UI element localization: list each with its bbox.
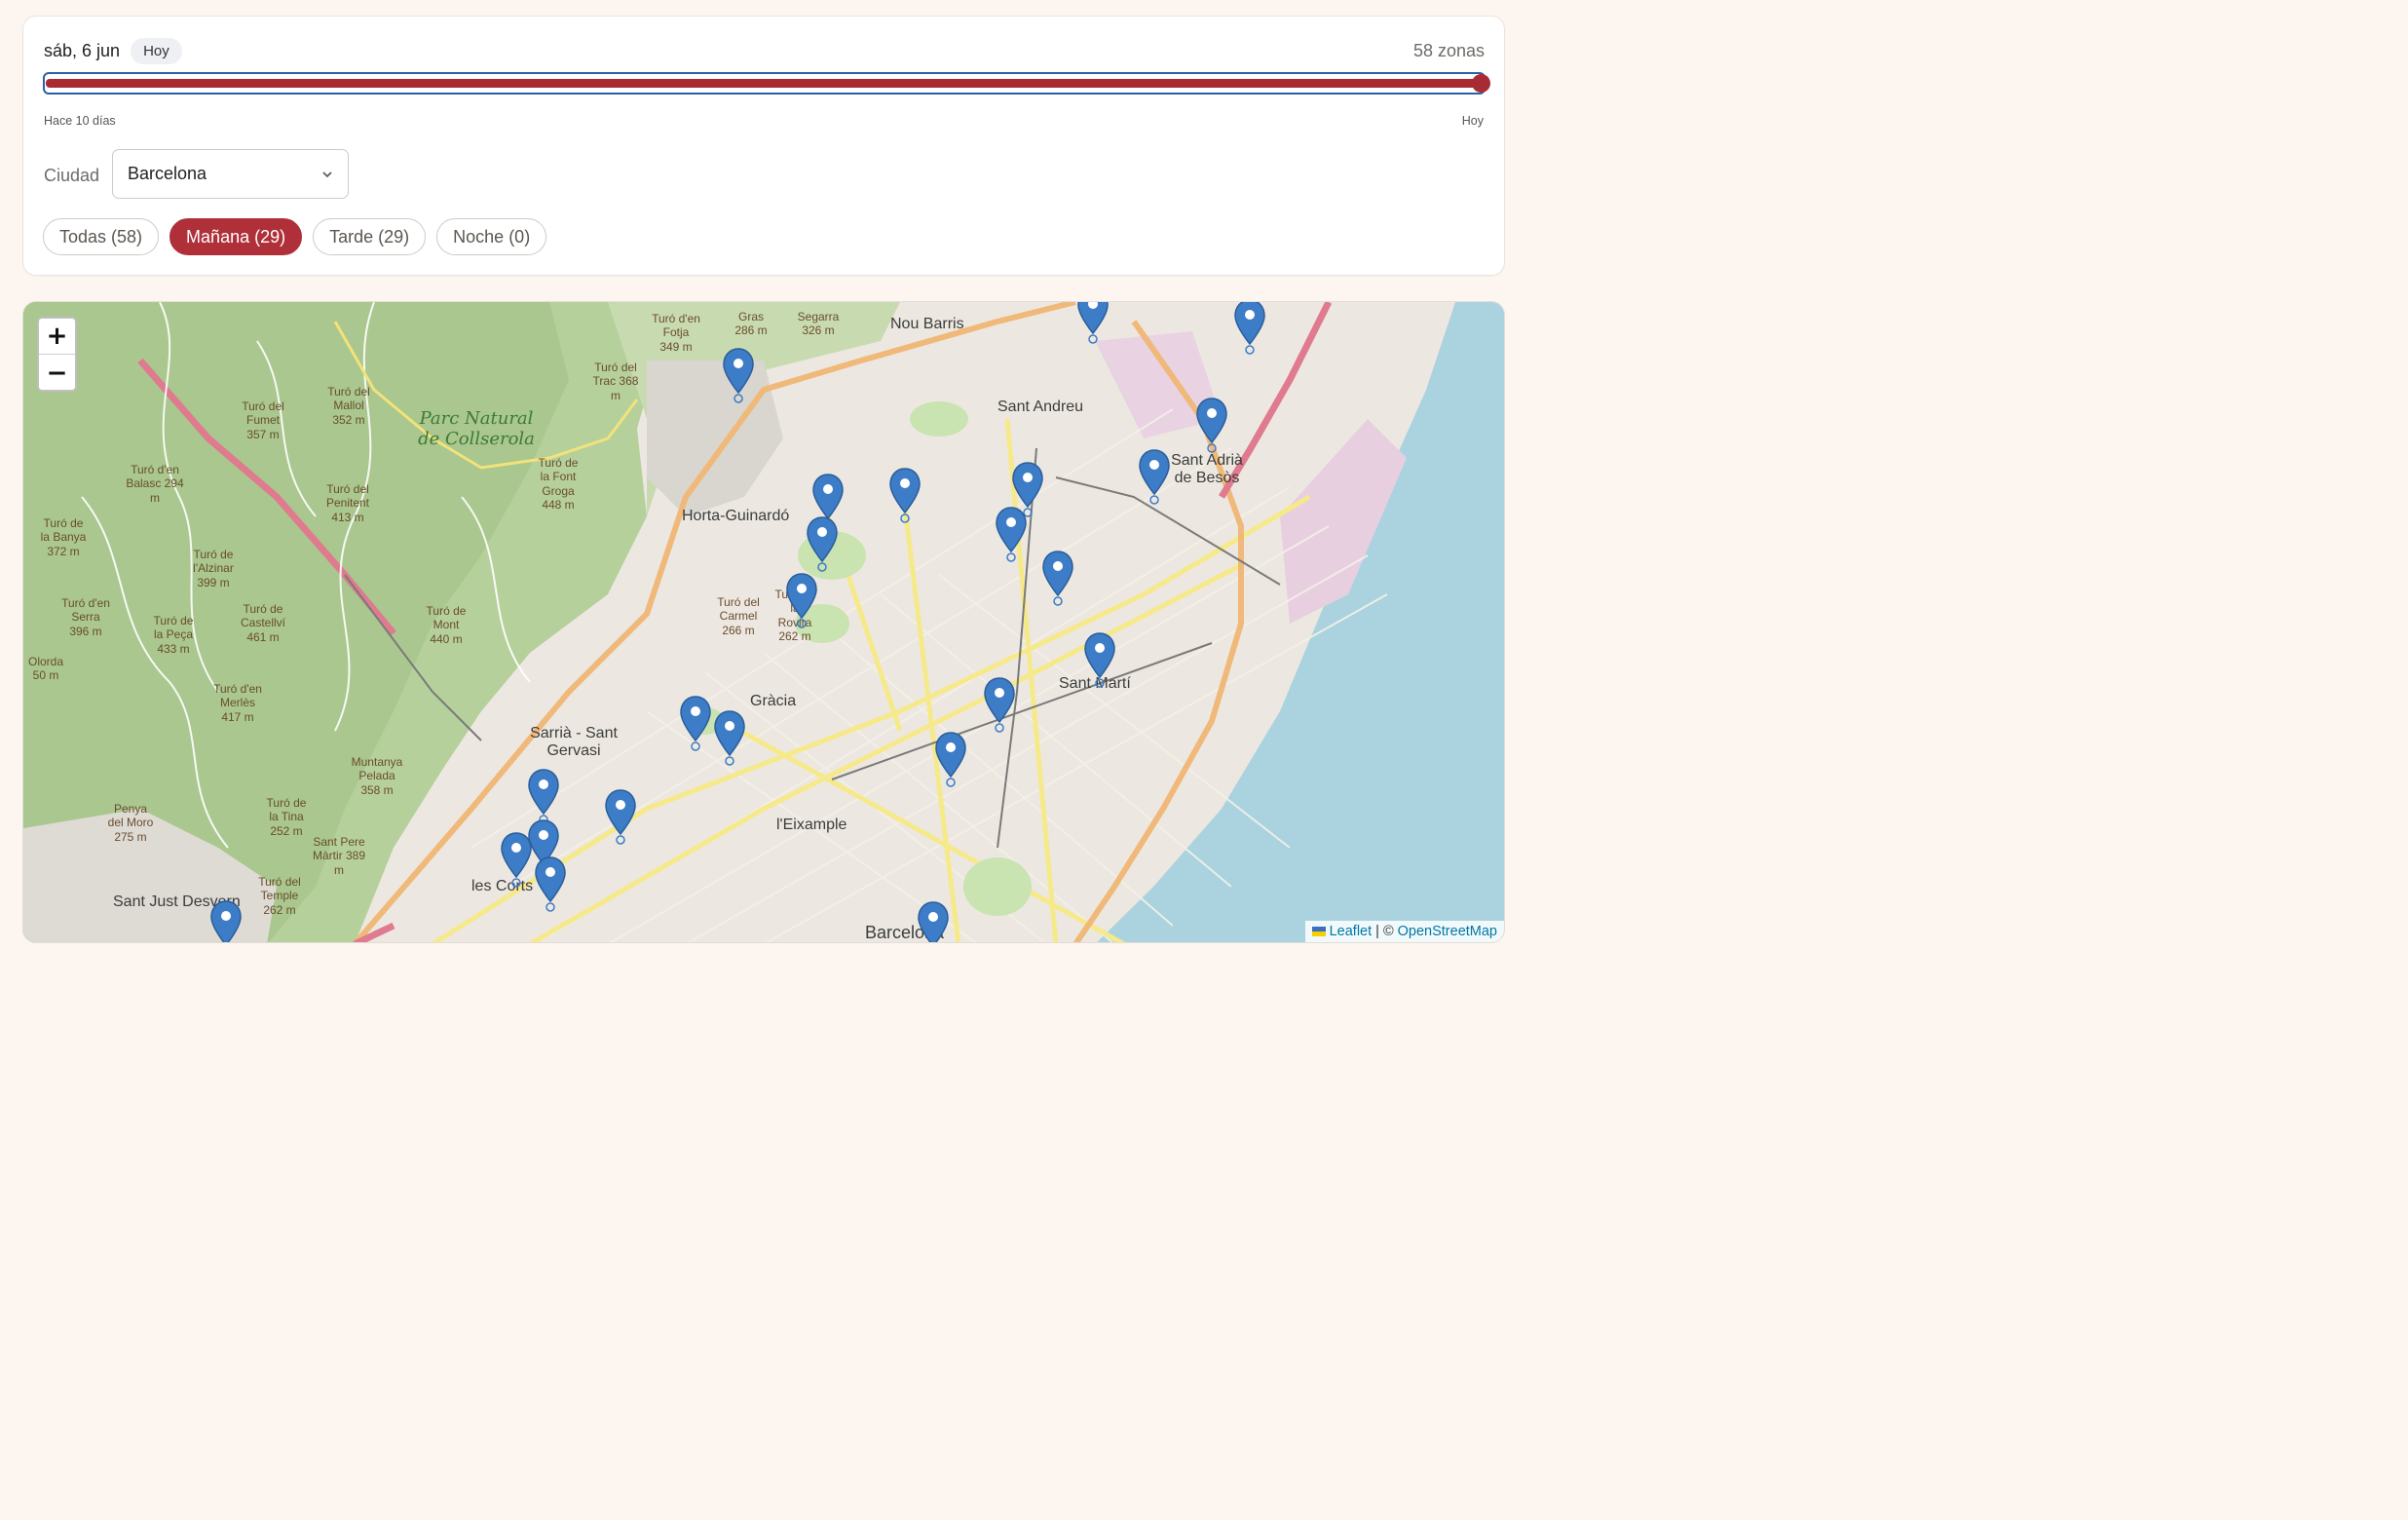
map-marker-pin-icon[interactable] <box>1041 551 1074 609</box>
peak-label: Segarra 326 m <box>797 310 840 338</box>
peak-label: Turó de la Font Groga 448 m <box>538 456 579 513</box>
peak-label: Turó del Fumet 357 m <box>242 399 284 441</box>
place-label-sarria: Sarrià - Sant Gervasi <box>530 725 618 760</box>
map-marker-pin-icon[interactable] <box>679 696 712 754</box>
zoom-in-button[interactable]: + <box>39 319 75 355</box>
map-marker-pin-icon[interactable] <box>722 348 755 406</box>
filter-chip-manana[interactable]: Mañana (29) <box>169 218 303 255</box>
peak-label: Turó d'en Serra 396 m <box>61 596 110 638</box>
peak-label: Turó de la Tina 252 m <box>266 796 307 838</box>
peak-label: Turó del Mallol 352 m <box>327 385 370 427</box>
map-marker-pin-icon[interactable] <box>1138 449 1171 508</box>
peak-label: Penya del Moro 275 m <box>107 802 154 844</box>
time-filters: Todas (58) Mañana (29) Tarde (29) Noche … <box>43 218 547 255</box>
peak-label: Turó d'en Balasc 294 m <box>126 463 184 505</box>
place-label-collserola: Parc Natural de Collserola <box>418 408 535 449</box>
place-label-nou-barris: Nou Barris <box>890 316 964 332</box>
map-marker-pin-icon[interactable] <box>888 468 922 526</box>
peak-label: Turó de la Banya 372 m <box>40 516 87 558</box>
city-select[interactable]: Barcelona <box>112 149 349 199</box>
peak-label: Gras 286 m <box>734 310 768 338</box>
filter-chip-todas[interactable]: Todas (58) <box>43 218 160 255</box>
map-marker-pin-icon[interactable] <box>1233 301 1266 358</box>
peak-label: Turó del Temple 262 m <box>258 875 301 917</box>
slider-start-label: Hace 10 días <box>44 114 116 128</box>
place-label-horta: Horta-Guinardó <box>682 508 790 524</box>
map-attribution: Leaflet | © OpenStreetMap <box>1304 921 1504 942</box>
openstreetmap-link[interactable]: OpenStreetMap <box>1398 924 1497 939</box>
map-marker-pin-icon[interactable] <box>1083 632 1116 691</box>
map-marker-pin-icon[interactable] <box>500 832 533 891</box>
peak-label: Turó d'en Fotja 349 m <box>652 312 700 354</box>
slider-thumb[interactable] <box>1472 74 1490 93</box>
map-marker-pin-icon[interactable] <box>806 516 839 575</box>
ukraine-flag-icon <box>1311 927 1326 936</box>
map-marker-pin-icon[interactable] <box>713 710 746 769</box>
date-slider[interactable] <box>43 72 1490 95</box>
peak-label: Olorda 50 m <box>27 655 64 683</box>
date-row: sáb, 6 jun Hoy <box>44 38 182 64</box>
map-marker-pin-icon[interactable] <box>534 856 567 915</box>
peak-label: Turó de Mont 440 m <box>426 604 467 646</box>
date-label: sáb, 6 jun <box>44 41 121 60</box>
peak-label: Muntanya Pelada 358 m <box>351 755 403 797</box>
map-marker-pin-icon[interactable] <box>983 677 1016 736</box>
chevron-down-icon <box>322 171 332 177</box>
filter-chip-noche[interactable]: Noche (0) <box>436 218 547 255</box>
place-label-gracia: Gràcia <box>750 693 797 709</box>
zone-count: 58 zonas <box>1412 41 1485 60</box>
slider-fill <box>46 79 1485 88</box>
map-marker-pin-icon[interactable] <box>604 789 637 848</box>
map-marker-pin-icon[interactable] <box>209 900 243 943</box>
city-label: Ciudad <box>44 166 100 185</box>
map-marker-pin-icon[interactable] <box>995 507 1028 565</box>
peak-label: Turó de l'Alzinar 399 m <box>193 548 234 589</box>
map-marker-pin-icon[interactable] <box>1076 301 1110 347</box>
today-badge: Hoy <box>131 38 182 64</box>
peak-label: Turó del Trac 368 m <box>592 361 639 402</box>
map-marker-pin-icon[interactable] <box>917 901 950 943</box>
peak-label: Turó de Castellví 461 m <box>240 602 285 644</box>
filter-chip-tarde[interactable]: Tarde (29) <box>313 218 427 255</box>
filter-panel: sáb, 6 jun Hoy 58 zonas Hace 10 días Hoy… <box>22 16 1505 276</box>
peak-label: Turó d'en Merlès 417 m <box>213 682 262 724</box>
leaflet-link[interactable]: Leaflet <box>1330 924 1373 939</box>
peak-label: Turó del Carmel 266 m <box>717 595 760 637</box>
zoom-control: + − <box>37 317 77 392</box>
peak-label: Sant Pere Màrtir 389 m <box>312 835 366 877</box>
peak-label: Turó de la Peça 433 m <box>153 614 194 656</box>
map-marker-pin-icon[interactable] <box>785 573 818 631</box>
place-label-sant-andreu: Sant Andreu <box>997 399 1084 415</box>
map-view[interactable]: Nou Barris Sant Andreu Sant Adrià de Bes… <box>22 301 1505 943</box>
attribution-separator: | <box>1375 924 1379 939</box>
attribution-copyright: © <box>1382 924 1394 939</box>
slider-end-label: Hoy <box>1461 114 1484 128</box>
zoom-out-button[interactable]: − <box>39 355 75 391</box>
peak-label: Turó del Penitent 413 m <box>325 482 370 524</box>
city-select-value: Barcelona <box>128 164 207 183</box>
map-marker-pin-icon[interactable] <box>527 769 560 827</box>
map-marker-pin-icon[interactable] <box>934 732 967 790</box>
place-label-eixample: l'Eixample <box>776 817 847 833</box>
place-label-sant-adria: Sant Adrià de Besòs <box>1171 452 1243 487</box>
map-marker-pin-icon[interactable] <box>1195 398 1228 456</box>
